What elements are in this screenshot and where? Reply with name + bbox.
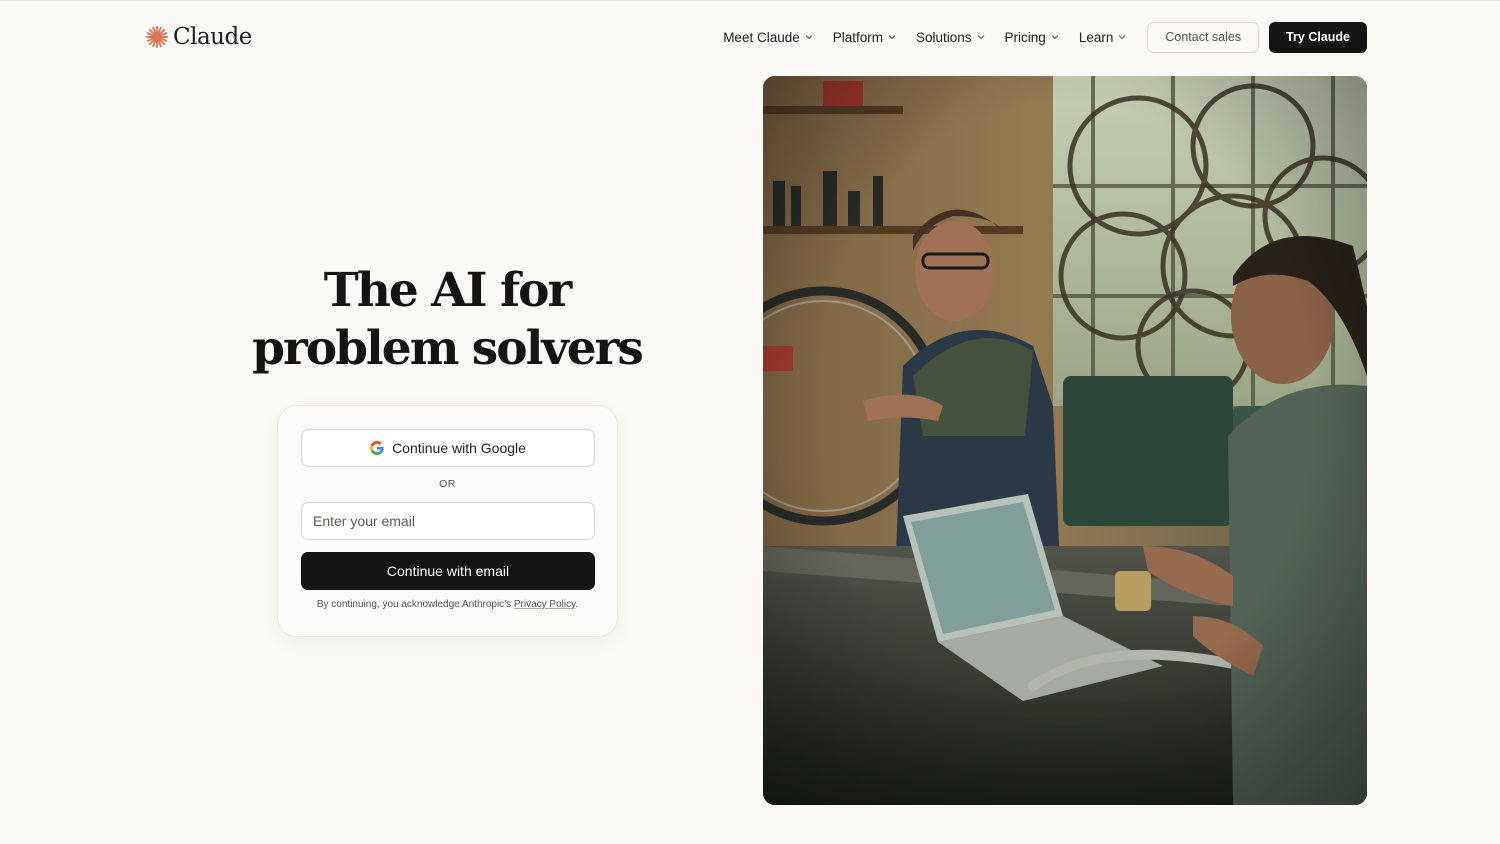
claude-logo[interactable]: Claude [145, 24, 252, 50]
nav-learn[interactable]: Learn [1079, 22, 1127, 52]
google-button-label: Continue with Google [392, 440, 526, 456]
legal-prefix: By continuing, you acknowledge Anthropic… [316, 599, 514, 610]
nav-label: Learn [1078, 29, 1114, 45]
nav-label: Pricing [1004, 29, 1046, 45]
nav-label: Meet Claude [723, 29, 800, 45]
logo-wordmark: Claude [173, 24, 252, 50]
legal-suffix: . [575, 599, 579, 610]
legal-notice: By continuing, you acknowledge Anthropic… [278, 599, 617, 610]
nav-meet-claude[interactable]: Meet Claude [723, 22, 813, 52]
contact-sales-button[interactable]: Contact sales [1147, 21, 1260, 53]
chevron-down-icon [1118, 35, 1126, 40]
login-card: Continue with Google OR Continue with em… [277, 405, 618, 637]
hero-title-line-1: The AI for [323, 263, 573, 318]
privacy-policy-link[interactable]: Privacy Policy [514, 599, 576, 610]
nav-label: Platform [832, 29, 883, 45]
top-border [0, 0, 1500, 1]
nav-platform[interactable]: Platform [833, 22, 896, 52]
chevron-down-icon [977, 35, 984, 40]
nav-label: Solutions [916, 29, 972, 45]
hero-photo [763, 76, 1367, 805]
email-input[interactable] [301, 502, 595, 540]
chevron-down-icon [805, 35, 813, 40]
claude-starburst-icon [146, 26, 168, 48]
nav-solutions[interactable]: Solutions [916, 22, 985, 52]
hero-title: The AI for problem solvers [247, 262, 647, 378]
chevron-down-icon [888, 35, 896, 40]
continue-with-email-button[interactable]: Continue with email [301, 552, 595, 590]
nav-pricing[interactable]: Pricing [1005, 22, 1059, 52]
continue-with-google-button[interactable]: Continue with Google [301, 429, 595, 467]
hero-title-line-2: problem solvers [252, 321, 644, 376]
google-g-icon [370, 441, 384, 455]
main-nav: Meet Claude Platform Solutions Pricing L… [723, 21, 1367, 53]
chevron-down-icon [1051, 35, 1059, 40]
try-claude-button[interactable]: Try Claude [1269, 21, 1367, 53]
or-divider: OR [439, 478, 456, 490]
